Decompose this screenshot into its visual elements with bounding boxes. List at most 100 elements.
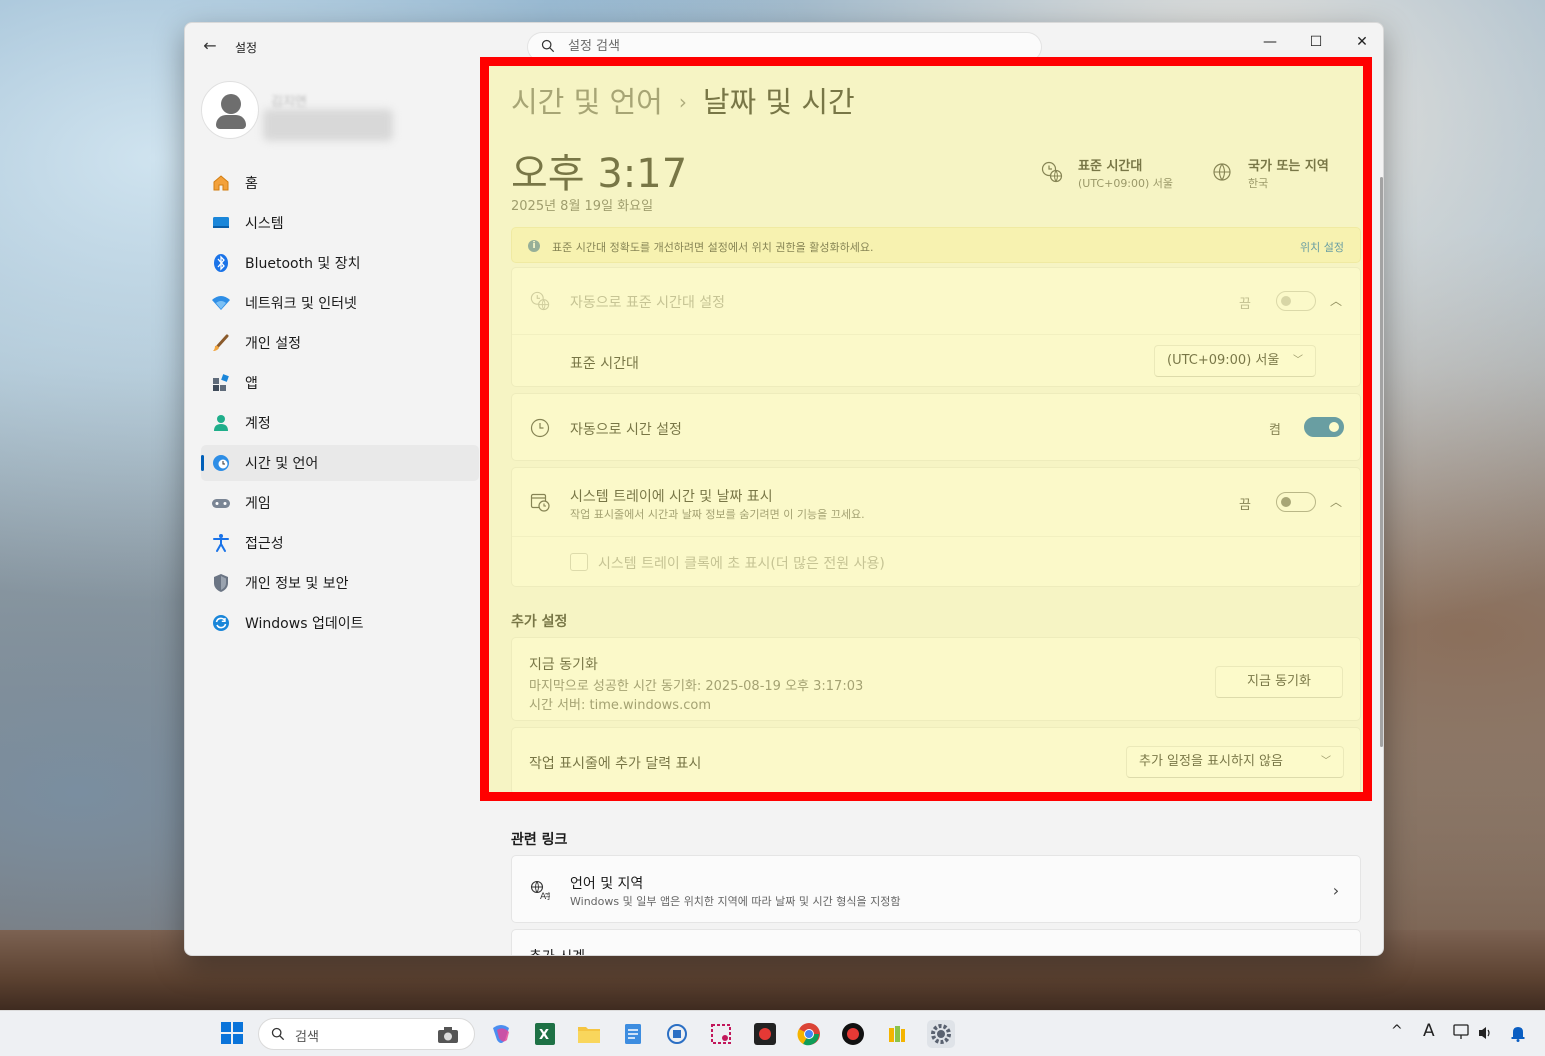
network-icon [211,293,231,313]
timezone-row-label: 표준 시간대 [570,356,639,372]
search-icon [271,1027,285,1041]
auto-time-toggle[interactable] [1304,417,1344,437]
chevron-down-icon: ﹀ [1321,756,1331,767]
location-settings-link[interactable]: 위치 설정 [1300,239,1344,255]
sidebar-item-label: 게임 [245,496,271,512]
profile-name: 김지연 [271,95,307,110]
avatar [201,81,259,139]
timezone-dropdown-value: (UTC+09:00) 서울 [1167,353,1280,368]
extra-clock-title: 추가 시계 [529,946,585,955]
sidebar-item-privacy[interactable]: 개인 정보 및 보안 [201,565,479,601]
sidebar-item-label: Bluetooth 및 장치 [245,256,361,272]
sidebar-item-label: Windows 업데이트 [245,616,364,632]
system-icon [211,213,231,233]
show-seconds-checkbox[interactable] [570,553,588,571]
avatar-head [221,94,241,114]
auto-timezone-state: 끔 [1239,297,1251,312]
chevron-up-icon[interactable]: ︿ [1329,493,1343,509]
timezone-row: 표준 시간대 (UTC+09:00) 서울 ﹀ [512,335,1360,387]
app-title: 설정 [235,41,258,55]
volume-icon[interactable] [1477,1024,1493,1042]
bluetooth-icon [211,253,231,273]
avatar-body [216,115,246,129]
notification-bell-icon[interactable] [1510,1024,1526,1042]
auto-time-label: 자동으로 시간 설정 [570,422,682,438]
taskbar: 검색 X ^ A [0,1010,1545,1056]
scrollbar[interactable] [1380,177,1383,747]
accounts-icon [211,413,231,433]
sidebar-item-home[interactable]: 홈 [201,165,479,201]
sidebar-item-windows-update[interactable]: Windows 업데이트 [201,605,479,641]
svg-text:X: X [539,1028,549,1043]
sidebar-item-personalization[interactable]: 개인 설정 [201,325,479,361]
snipping-tool-icon[interactable] [707,1020,735,1048]
display-network-icon[interactable] [1453,1024,1473,1042]
region-title: 국가 또는 지역 [1248,159,1329,174]
sidebar-item-accounts[interactable]: 계정 [201,405,479,441]
maximize-button[interactable]: ☐ [1293,27,1339,57]
sidebar-item-label: 앱 [245,376,258,392]
sidebar-item-apps[interactable]: 앱 [201,365,479,401]
back-button[interactable]: ← [199,35,221,57]
network-app-icon[interactable] [663,1020,691,1048]
media-app-icon[interactable] [751,1020,779,1048]
current-time: 오후 3:17 [511,151,688,197]
sidebar-item-label: 홈 [245,176,258,192]
extra-calendar-card: 작업 표시줄에 추가 달력 표시 추가 일정을 표시하지 않음 ﹀ [511,727,1361,795]
ime-indicator[interactable]: A [1423,1021,1435,1041]
sidebar-item-bluetooth[interactable]: Bluetooth 및 장치 [201,245,479,281]
library-icon[interactable] [883,1020,911,1048]
sync-now-button[interactable]: 지금 동기화 [1215,666,1343,698]
sidebar-item-system[interactable]: 시스템 [201,205,479,241]
location-info-bar: i 표준 시간대 정확도를 개선하려면 설정에서 위치 권한을 활성화하세요. … [511,227,1361,263]
excel-icon[interactable]: X [531,1020,559,1048]
breadcrumb-parent[interactable]: 시간 및 언어 [511,85,663,119]
page-title: 날짜 및 시간 [702,85,855,119]
sidebar-item-time-language[interactable]: 시간 및 언어 [201,445,479,481]
copilot-icon[interactable] [487,1020,515,1048]
timezone-dropdown[interactable]: (UTC+09:00) 서울 ﹀ [1154,345,1316,377]
extra-clock-link[interactable]: 추가 시계 [511,929,1361,955]
auto-timezone-toggle[interactable] [1276,291,1316,311]
notepad-icon[interactable] [619,1020,647,1048]
svg-text:字: 字 [545,891,550,900]
language-region-title: 언어 및 지역 [570,876,644,892]
additional-settings-title: 추가 설정 [511,614,568,630]
settings-window: ← 설정 설정 검색 — ☐ ✕ 김지연 홈 시스템 Bluetooth 및 장… [184,22,1384,956]
settings-icon[interactable] [927,1020,955,1048]
minimize-button[interactable]: — [1247,27,1293,57]
close-button[interactable]: ✕ [1339,27,1383,57]
tray-time-sub: 작업 표시줄에서 시간과 날짜 정보를 숨기려면 이 기능을 끄세요. [570,508,865,521]
sidebar-item-label: 시스템 [245,216,284,232]
auto-time-card[interactable]: 자동으로 시간 설정 켬 [511,393,1361,461]
sidebar-item-label: 시간 및 언어 [245,456,319,472]
search-icon [541,39,555,53]
auto-timezone-row[interactable]: 자동으로 표준 시간대 설정 끔 ︿ [512,268,1360,334]
auto-time-state: 켬 [1269,423,1281,438]
sidebar-item-network[interactable]: 네트워크 및 인터넷 [201,285,479,321]
timezone-globe-clock-icon [530,291,550,311]
language-region-link[interactable]: A 字 언어 및 지역 Windows 및 일부 앱은 위치한 지역에 따라 날… [511,855,1361,923]
sidebar-item-gaming[interactable]: 게임 [201,485,479,521]
extra-calendar-dropdown[interactable]: 추가 일정을 표시하지 않음 ﹀ [1126,746,1344,778]
sidebar-item-label: 계정 [245,416,271,432]
related-links-title: 관련 링크 [511,832,568,848]
personalization-icon [211,333,231,353]
sync-title: 지금 동기화 [529,657,598,673]
file-explorer-icon[interactable] [575,1020,603,1048]
info-text: 표준 시간대 정확도를 개선하려면 설정에서 위치 권한을 활성화하세요. [552,241,874,254]
windows-start-icon[interactable] [221,1022,243,1044]
chrome-icon[interactable] [795,1020,823,1048]
tray-time-row[interactable]: 시스템 트레이에 시간 및 날짜 표시 작업 표시줄에서 시간과 날짜 정보를 … [512,468,1360,536]
apps-icon [211,373,231,393]
user-profile[interactable]: 김지연 [201,79,481,143]
chevron-up-icon[interactable]: ︿ [1329,292,1343,308]
sidebar-nav: 홈 시스템 Bluetooth 및 장치 네트워크 및 인터넷 개인 설정 앱 … [201,165,479,645]
taskbar-search[interactable]: 검색 [258,1018,475,1050]
tray-chevron-icon[interactable]: ^ [1391,1023,1403,1039]
tray-time-label: 시스템 트레이에 시간 및 날짜 표시 [570,489,773,505]
record-icon[interactable] [839,1020,867,1048]
sidebar-item-accessibility[interactable]: 접근성 [201,525,479,561]
sidebar-item-label: 네트워크 및 인터넷 [245,296,357,312]
tray-time-toggle[interactable] [1276,492,1316,512]
